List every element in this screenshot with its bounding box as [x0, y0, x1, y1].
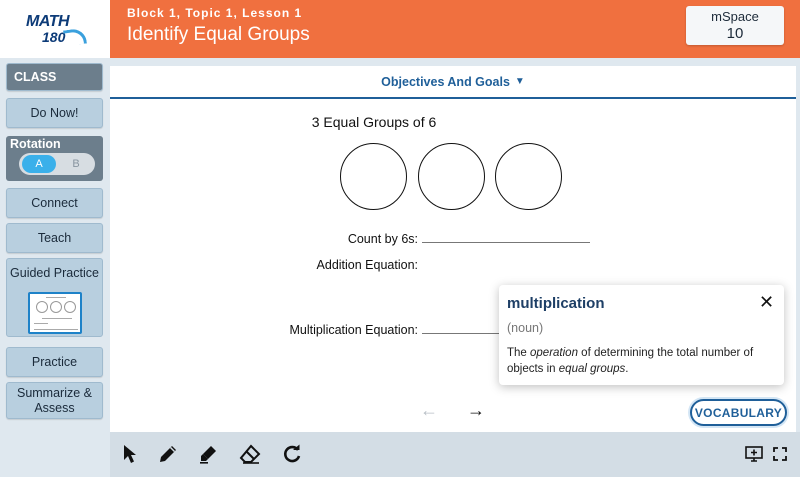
rotation-label: Rotation: [10, 137, 61, 151]
arrow-right-icon[interactable]: →: [467, 400, 485, 421]
vocabulary-popup: multiplication ✕ (noun) The operation of…: [499, 285, 784, 385]
sidebar-item-summarize-assess[interactable]: Summarize & Assess: [6, 382, 103, 419]
header-bar: Block 1, Topic 1, Lesson 1 Identify Equa…: [110, 0, 800, 58]
group-circle: [495, 143, 562, 210]
fullscreen-icon[interactable]: [768, 442, 792, 466]
sidebar-item-connect[interactable]: Connect: [6, 188, 103, 218]
vocab-part-of-speech: (noun): [507, 321, 544, 335]
mspace-value: 10: [726, 25, 744, 42]
rotation-option-a[interactable]: A: [22, 155, 56, 173]
logo-swoosh-icon: [62, 27, 88, 47]
multiplication-equation-label: Multiplication Equation:: [289, 323, 418, 337]
vocab-term-link[interactable]: equal groups: [559, 363, 626, 375]
guided-practice-thumbnail[interactable]: [28, 292, 82, 334]
vocab-definition: The operation of determining the total n…: [507, 347, 754, 375]
redo-icon[interactable]: [280, 442, 304, 466]
rotation-option-b[interactable]: B: [59, 155, 93, 173]
sidebar-item-guided-practice[interactable]: Guided Practice: [6, 258, 103, 337]
sidebar-item-practice[interactable]: Practice: [6, 347, 103, 377]
rotation-panel: Rotation A B: [6, 136, 103, 181]
eraser-icon[interactable]: [238, 442, 262, 466]
count-by-label: Count by 6s:: [347, 232, 418, 246]
mspace-button[interactable]: mSpace 10: [686, 6, 784, 45]
pointer-icon[interactable]: [118, 442, 142, 466]
objectives-dropdown[interactable]: Objectives And Goals ▼: [110, 66, 796, 99]
sidebar-item-teach[interactable]: Teach: [6, 223, 103, 253]
objectives-label: Objectives And Goals: [381, 74, 510, 89]
chevron-down-icon: ▼: [514, 76, 525, 87]
close-icon[interactable]: ✕: [759, 292, 774, 313]
vocabulary-button[interactable]: VOCABULARY: [690, 399, 787, 426]
pen-icon[interactable]: [156, 442, 180, 466]
highlighter-icon[interactable]: [196, 442, 220, 466]
rotation-toggle[interactable]: A B: [19, 153, 95, 175]
vocab-word: multiplication: [507, 295, 605, 312]
present-icon[interactable]: [742, 442, 766, 466]
page-title: Identify Equal Groups: [127, 24, 310, 45]
bottom-toolbar: [110, 432, 800, 477]
addition-equation-label: Addition Equation:: [316, 258, 418, 272]
sidebar-item-do-now[interactable]: Do Now!: [6, 98, 103, 128]
sidebar-item-class[interactable]: CLASS: [6, 63, 103, 91]
guided-practice-label: Guided Practice: [10, 266, 99, 280]
logo: MATH 180: [0, 0, 110, 58]
group-circle: [418, 143, 485, 210]
arrow-left-icon[interactable]: ←: [420, 400, 438, 421]
count-by-answer-line[interactable]: [422, 242, 590, 243]
mspace-label: mSpace: [711, 9, 759, 24]
logo-text-180: 180: [42, 29, 66, 45]
problem-title: 3 Equal Groups of 6: [311, 114, 437, 130]
group-circle: [340, 143, 407, 210]
sidebar: CLASS Do Now! Rotation A B Connect Teach…: [0, 58, 110, 433]
breadcrumb: Block 1, Topic 1, Lesson 1: [127, 6, 303, 20]
vocab-term-link[interactable]: operation: [530, 347, 578, 359]
